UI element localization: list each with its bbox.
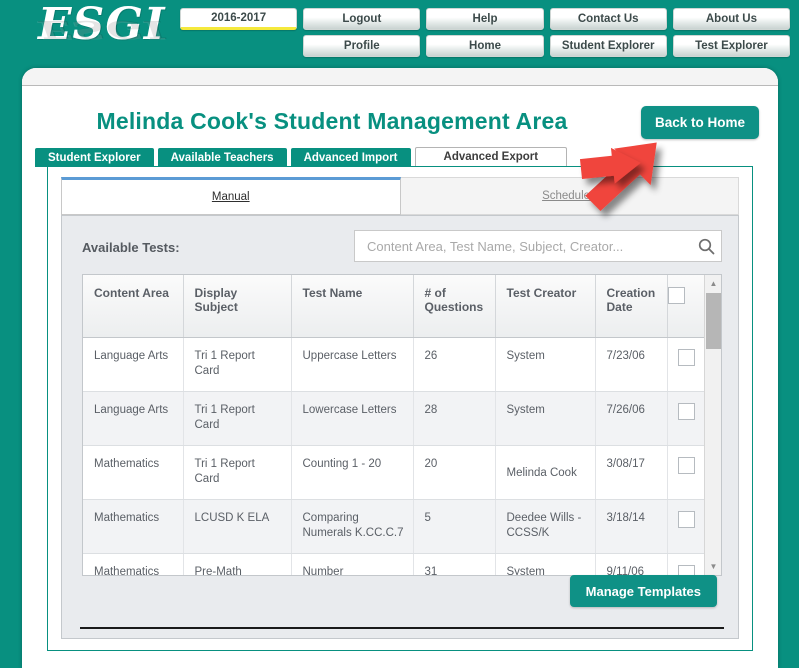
page-title: Melinda Cook's Student Management Area (96, 108, 568, 134)
subtab-scheduled[interactable]: Scheduled (400, 177, 739, 215)
tab-student-explorer[interactable]: Student Explorer (35, 148, 154, 167)
cell-display-subject: Pre-Math (183, 553, 292, 575)
available-tests-section: Available Tests: Content Area Display Su… (61, 215, 739, 639)
manage-templates-button[interactable]: Manage Templates (569, 575, 717, 607)
cell-select (667, 499, 706, 554)
cell-test-name: Counting 1 - 20 (291, 445, 414, 500)
table-vertical-scrollbar[interactable]: ▲ ▼ (704, 275, 721, 575)
cell-test-name: Lowercase Letters (291, 391, 414, 446)
table-body: Language Arts Tri 1 Report Card Uppercas… (83, 337, 706, 575)
cell-creator: Melinda Cook (495, 445, 596, 500)
search-icon[interactable] (691, 231, 721, 261)
esgi-logo-reflection: ESGI (38, 15, 166, 44)
cell-content-area: Mathematics (83, 499, 184, 554)
table-row[interactable]: Language Arts Tri 1 Report Card Uppercas… (83, 337, 706, 392)
cell-test-name: Number Recognition (291, 553, 414, 575)
cell-questions: 26 (413, 337, 496, 392)
row-checkbox[interactable] (677, 402, 695, 420)
table-row[interactable]: Mathematics Pre-Math Number Recognition … (83, 553, 706, 575)
col-test-name: Test Name (291, 275, 414, 338)
main-tab-strip: Student Explorer Available Teachers Adva… (35, 147, 568, 167)
available-tests-table: Content Area Display Subject Test Name #… (83, 275, 706, 575)
table-header-row: Content Area Display Subject Test Name #… (83, 275, 706, 338)
cell-created: 3/08/17 (595, 445, 668, 500)
nav-profile-button[interactable]: Profile (303, 35, 421, 57)
col-content-area: Content Area (83, 275, 184, 338)
page-card: Melinda Cook's Student Management Area B… (22, 68, 778, 668)
col-creation-date: Creation Date (595, 275, 668, 338)
cell-select (667, 337, 706, 392)
bottom-divider (80, 627, 724, 629)
nav-student-explorer-button[interactable]: Student Explorer (549, 35, 667, 57)
cell-created: 3/18/14 (595, 499, 668, 554)
nav-school-year-button[interactable]: 2016-2017 (180, 8, 298, 30)
scroll-up-arrow-icon[interactable]: ▲ (705, 275, 721, 292)
top-nav-row-2: Profile Home Student Explorer Test Explo… (180, 35, 791, 57)
nav-test-explorer-button[interactable]: Test Explorer (672, 35, 791, 57)
nav-home-button[interactable]: Home (426, 35, 544, 57)
tab-available-teachers[interactable]: Available Teachers (157, 148, 287, 167)
subtab-manual[interactable]: Manual (61, 177, 401, 215)
top-nav-row-1: 2016-2017 Logout Help Contact Us About U… (180, 8, 791, 30)
col-display-subject: Display Subject (183, 275, 292, 338)
cell-created: 9/11/06 (595, 553, 668, 575)
search-field-wrapper (354, 230, 722, 262)
nav-about-us-button[interactable]: About Us (672, 8, 791, 30)
scroll-down-arrow-icon[interactable]: ▼ (705, 558, 721, 575)
cell-select (667, 391, 706, 446)
table-head: Content Area Display Subject Test Name #… (83, 275, 706, 338)
cell-creator: System (495, 553, 596, 575)
cell-content-area: Language Arts (83, 391, 184, 446)
nav-contact-us-button[interactable]: Contact Us (549, 8, 667, 30)
scrollbar-thumb[interactable] (706, 293, 721, 349)
cell-content-area: Language Arts (83, 337, 184, 392)
tab-advanced-import[interactable]: Advanced Import (290, 148, 411, 167)
row-checkbox[interactable] (677, 348, 695, 366)
cell-content-area: Mathematics (83, 445, 184, 500)
nav-logout-button[interactable]: Logout (303, 8, 421, 30)
available-tests-table-container: Content Area Display Subject Test Name #… (82, 274, 722, 576)
cell-display-subject: Tri 1 Report Card (183, 445, 292, 500)
cell-display-subject: LCUSD K ELA (183, 499, 292, 554)
cell-test-name: Uppercase Letters (291, 337, 414, 392)
available-tests-label: Available Tests: (82, 240, 180, 255)
cell-created: 7/23/06 (595, 337, 668, 392)
row-checkbox[interactable] (677, 456, 695, 474)
top-bar: ESGI ESGI 2016-2017 Logout Help Contact … (0, 0, 799, 68)
subtab-scheduled-label: Scheduled (542, 190, 597, 202)
cell-creator: System (495, 391, 596, 446)
cell-creator: System (495, 337, 596, 392)
cell-creator: Deedee Wills - CCSS/K (495, 499, 596, 554)
table-row[interactable]: Language Arts Tri 1 Report Card Lowercas… (83, 391, 706, 446)
select-all-checkbox[interactable] (667, 287, 685, 304)
col-select-all (667, 275, 706, 338)
col-num-questions: # of Questions (413, 275, 496, 338)
back-to-home-button[interactable]: Back to Home (640, 106, 759, 139)
cell-questions: 31 (413, 553, 496, 575)
cell-select (667, 445, 706, 500)
cell-content-area: Mathematics (83, 553, 184, 575)
table-row[interactable]: Mathematics LCUSD K ELA Comparing Numera… (83, 499, 706, 554)
nav-help-button[interactable]: Help (426, 8, 544, 30)
cell-display-subject: Tri 1 Report Card (183, 391, 292, 446)
top-navigation: 2016-2017 Logout Help Contact Us About U… (180, 8, 791, 62)
cell-display-subject: Tri 1 Report Card (183, 337, 292, 392)
subtab-manual-label: Manual (211, 191, 250, 203)
export-mode-subtabs: Manual Scheduled (61, 177, 739, 215)
card-top-strip (22, 68, 778, 86)
esgi-logo[interactable]: ESGI ESGI (38, 2, 168, 60)
cell-questions: 20 (413, 445, 496, 500)
cell-test-name: Comparing Numerals K.CC.C.7 (291, 499, 414, 554)
tab-advanced-export[interactable]: Advanced Export (414, 147, 568, 167)
advanced-export-panel: Manual Scheduled Available Tests: Conten… (47, 166, 753, 651)
row-checkbox[interactable] (677, 510, 695, 528)
table-row[interactable]: Mathematics Tri 1 Report Card Counting 1… (83, 445, 706, 500)
col-test-creator: Test Creator (495, 275, 596, 338)
cell-questions: 28 (413, 391, 496, 446)
cell-questions: 5 (413, 499, 496, 554)
cell-select (667, 553, 706, 575)
search-input[interactable] (355, 238, 691, 254)
cell-created: 7/26/06 (595, 391, 668, 446)
